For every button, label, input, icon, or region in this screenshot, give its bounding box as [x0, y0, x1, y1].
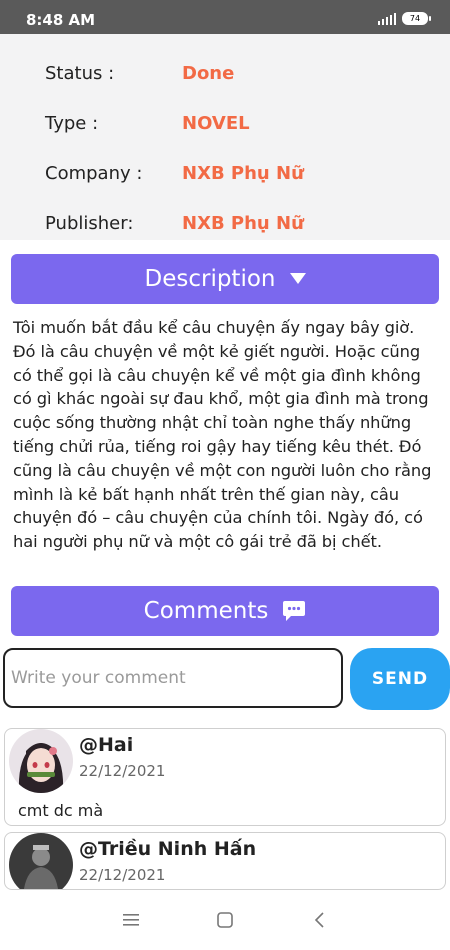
- comment-author[interactable]: @Hai: [79, 734, 133, 756]
- comments-label: Comments: [143, 598, 269, 624]
- system-nav-bar: [0, 890, 450, 950]
- type-label: Type :: [45, 113, 99, 134]
- type-value: NOVEL: [182, 113, 250, 134]
- publisher-label: Publisher:: [45, 213, 134, 234]
- status-bar: 8:48 AM 74: [0, 0, 450, 34]
- company-label: Company :: [45, 163, 143, 184]
- chat-bubble-icon: [283, 601, 306, 621]
- status-time: 8:48 AM: [26, 11, 96, 29]
- signal-icon: [378, 12, 396, 25]
- description-text: Tôi muốn bắt đầu kể câu chuyện ấy ngay b…: [13, 318, 432, 552]
- send-button[interactable]: SEND: [350, 648, 450, 710]
- avatar: [9, 833, 73, 889]
- status-icons: 74: [378, 12, 431, 25]
- status-label: Status :: [45, 63, 115, 84]
- comment-item: @Triều Ninh Hấn 22/12/2021: [4, 832, 446, 890]
- comment-item: @Hai 22/12/2021 cmt dc mà: [4, 728, 446, 826]
- publisher-value: NXB Phụ Nữ: [182, 213, 304, 234]
- menu-icon[interactable]: [119, 908, 143, 932]
- comment-author[interactable]: @Triều Ninh Hấn: [79, 838, 256, 860]
- description-toggle-button[interactable]: Description: [11, 254, 439, 304]
- description-label: Description: [144, 266, 276, 292]
- status-value: Done: [182, 63, 235, 84]
- home-icon[interactable]: [213, 908, 237, 932]
- comment-date: 22/12/2021: [79, 866, 166, 884]
- comment-input[interactable]: [3, 648, 343, 708]
- comment-body: cmt dc mà: [18, 801, 104, 820]
- comments-button[interactable]: Comments: [11, 586, 439, 636]
- avatar: [9, 729, 73, 793]
- company-value: NXB Phụ Nữ: [182, 163, 304, 184]
- book-info-panel: Status : Done Type : NOVEL Company : NXB…: [0, 34, 450, 240]
- caret-down-icon: [289, 273, 306, 284]
- battery-icon: 74: [402, 12, 431, 25]
- comment-date: 22/12/2021: [79, 762, 166, 780]
- back-icon[interactable]: [308, 908, 332, 932]
